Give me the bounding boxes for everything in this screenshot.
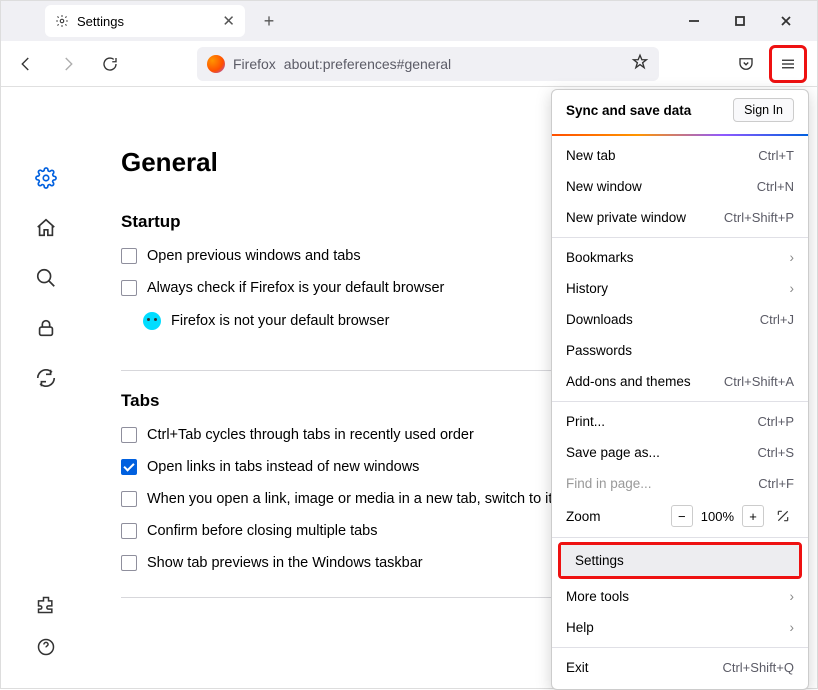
app-menu-highlight — [769, 45, 807, 83]
back-button[interactable] — [11, 49, 41, 79]
confirm-close-label: Confirm before closing multiple tabs — [147, 523, 378, 539]
menu-addons[interactable]: Add-ons and themesCtrl+Shift+A — [552, 366, 808, 397]
chevron-right-icon: › — [790, 620, 795, 635]
warning-icon — [143, 312, 161, 330]
menu-downloads[interactable]: DownloadsCtrl+J — [552, 304, 808, 335]
zoom-value: 100% — [701, 509, 734, 524]
browser-tab[interactable]: Settings ✕ — [45, 5, 245, 37]
url-identity: Firefox — [233, 56, 276, 72]
menu-separator — [552, 134, 808, 136]
menu-sync-header: Sync and save data Sign In — [552, 90, 808, 130]
close-window-button[interactable] — [763, 5, 809, 37]
menu-settings[interactable]: Settings — [561, 545, 799, 576]
settings-sidebar — [1, 87, 91, 688]
tab-title: Settings — [77, 14, 124, 29]
menu-more-tools[interactable]: More tools› — [552, 581, 808, 612]
menu-zoom: Zoom − 100% + — [552, 499, 808, 533]
menu-separator — [552, 237, 808, 238]
default-browser-status: Firefox is not your default browser — [171, 313, 389, 329]
ctrl-tab-checkbox[interactable] — [121, 427, 137, 443]
reload-button[interactable] — [95, 49, 125, 79]
show-previews-label: Show tab previews in the Windows taskbar — [147, 555, 423, 571]
minimize-button[interactable] — [671, 5, 717, 37]
chevron-right-icon: › — [790, 250, 795, 265]
sign-in-button[interactable]: Sign In — [733, 98, 794, 122]
sidebar-privacy-icon[interactable] — [35, 317, 57, 339]
menu-bookmarks[interactable]: Bookmarks› — [552, 242, 808, 273]
chevron-right-icon: › — [790, 589, 795, 604]
open-links-checkbox[interactable] — [121, 459, 137, 475]
sidebar-general-icon[interactable] — [35, 167, 57, 189]
firefox-icon — [207, 55, 225, 73]
pocket-icon[interactable] — [731, 49, 761, 79]
fullscreen-button[interactable] — [772, 505, 794, 527]
show-previews-checkbox[interactable] — [121, 555, 137, 571]
sidebar-home-icon[interactable] — [35, 217, 57, 239]
menu-new-private[interactable]: New private windowCtrl+Shift+P — [552, 202, 808, 233]
app-menu-button[interactable] — [773, 49, 803, 79]
url-path: about:preferences#general — [284, 56, 451, 72]
menu-help[interactable]: Help› — [552, 612, 808, 643]
open-links-label: Open links in tabs instead of new window… — [147, 459, 419, 475]
menu-separator — [552, 401, 808, 402]
menu-separator — [552, 647, 808, 648]
chevron-right-icon: › — [790, 281, 795, 296]
gear-icon — [55, 14, 69, 28]
ctrl-tab-label: Ctrl+Tab cycles through tabs in recently… — [147, 427, 474, 443]
menu-new-window[interactable]: New windowCtrl+N — [552, 171, 808, 202]
zoom-out-button[interactable]: − — [671, 505, 693, 527]
zoom-in-button[interactable]: + — [742, 505, 764, 527]
maximize-button[interactable] — [717, 5, 763, 37]
menu-print[interactable]: Print...Ctrl+P — [552, 406, 808, 437]
menu-passwords[interactable]: Passwords — [552, 335, 808, 366]
url-bar[interactable]: Firefox about:preferences#general — [197, 47, 659, 81]
open-previous-checkbox[interactable] — [121, 248, 137, 264]
menu-settings-highlight: Settings — [558, 542, 802, 579]
menu-exit[interactable]: ExitCtrl+Shift+Q — [552, 652, 808, 683]
always-check-label: Always check if Firefox is your default … — [147, 280, 444, 296]
switch-new-checkbox[interactable] — [121, 491, 137, 507]
sidebar-extensions-icon[interactable] — [35, 594, 57, 616]
confirm-close-checkbox[interactable] — [121, 523, 137, 539]
close-tab-icon[interactable]: ✕ — [222, 12, 235, 30]
menu-find: Find in page...Ctrl+F — [552, 468, 808, 499]
bookmark-star-icon[interactable] — [631, 53, 649, 74]
toolbar: Firefox about:preferences#general — [1, 41, 817, 87]
forward-button[interactable] — [53, 49, 83, 79]
always-check-checkbox[interactable] — [121, 280, 137, 296]
menu-new-tab[interactable]: New tabCtrl+T — [552, 140, 808, 171]
open-previous-label: Open previous windows and tabs — [147, 248, 361, 264]
menu-save-as[interactable]: Save page as...Ctrl+S — [552, 437, 808, 468]
window-controls — [671, 5, 809, 37]
new-tab-button[interactable]: + — [255, 7, 283, 35]
sidebar-sync-icon[interactable] — [35, 367, 57, 389]
tab-bar: Settings ✕ + — [1, 1, 817, 41]
menu-separator — [552, 537, 808, 538]
app-menu: Sync and save data Sign In New tabCtrl+T… — [551, 89, 809, 690]
sidebar-help-icon[interactable] — [35, 636, 57, 658]
menu-history[interactable]: History› — [552, 273, 808, 304]
sidebar-search-icon[interactable] — [35, 267, 57, 289]
